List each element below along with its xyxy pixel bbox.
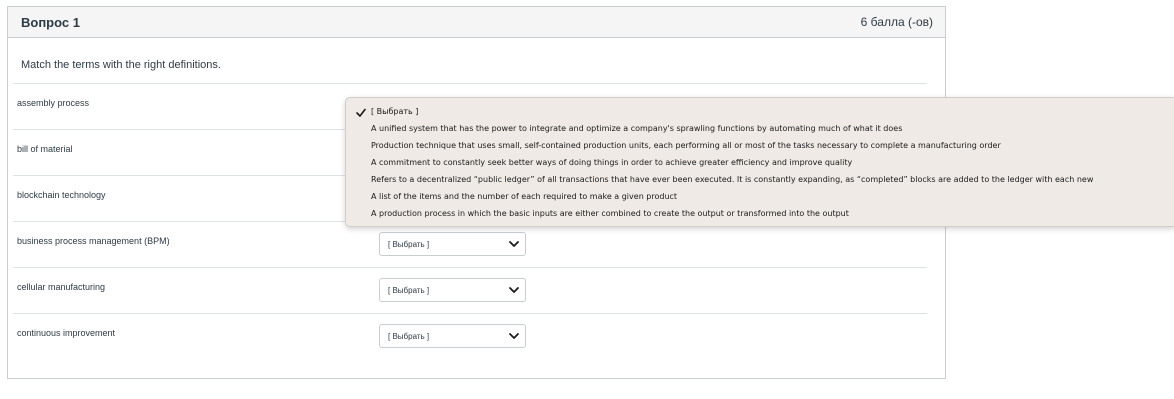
answer-select-value: [ Выбрать ] <box>388 239 430 249</box>
dropdown-option[interactable]: Production technique that uses small, se… <box>371 138 1001 154</box>
dropdown-option[interactable]: A unified system that has the power to i… <box>371 121 902 137</box>
term-label: continuous improvement <box>17 328 116 338</box>
dropdown-option[interactable]: A list of the items and the number of ea… <box>371 189 677 205</box>
match-row: continuous improvement [ Выбрать ] <box>13 313 927 359</box>
dropdown-option[interactable]: A production process in which the basic … <box>371 206 849 222</box>
dropdown-option[interactable]: A commitment to constantly seek better w… <box>371 155 852 171</box>
match-row: cellular manufacturing [ Выбрать ] <box>13 267 927 313</box>
term-label: blockchain technology <box>17 190 106 200</box>
answer-select[interactable]: [ Выбрать ] <box>379 324 526 348</box>
chevron-down-icon <box>509 287 519 293</box>
answer-select[interactable]: [ Выбрать ] <box>379 278 526 302</box>
question-header: Вопрос 1 6 балла (-ов) <box>8 7 945 38</box>
select-dropdown-menu[interactable]: [ Выбрать ] A unified system that has th… <box>345 97 1174 227</box>
answer-select-value: [ Выбрать ] <box>388 331 430 341</box>
answer-select-value: [ Выбрать ] <box>388 285 430 295</box>
chevron-down-icon <box>509 241 519 247</box>
dropdown-option[interactable]: [ Выбрать ] <box>371 104 418 120</box>
match-row: business process management (BPM) [ Выбр… <box>13 221 927 267</box>
question-title: Вопрос 1 <box>21 14 80 30</box>
question-text: Match the terms with the right definitio… <box>21 59 221 71</box>
chevron-down-icon <box>509 333 519 339</box>
answer-select[interactable]: [ Выбрать ] <box>379 232 526 256</box>
term-label: assembly process <box>17 98 90 108</box>
checkmark-icon <box>356 108 366 117</box>
term-label: bill of material <box>17 144 73 154</box>
question-points: 6 балла (-ов) <box>860 15 933 29</box>
term-label: cellular manufacturing <box>17 282 106 292</box>
term-label: business process management (BPM) <box>17 236 170 246</box>
dropdown-option[interactable]: Refers to a decentralized “public ledger… <box>371 172 1093 188</box>
